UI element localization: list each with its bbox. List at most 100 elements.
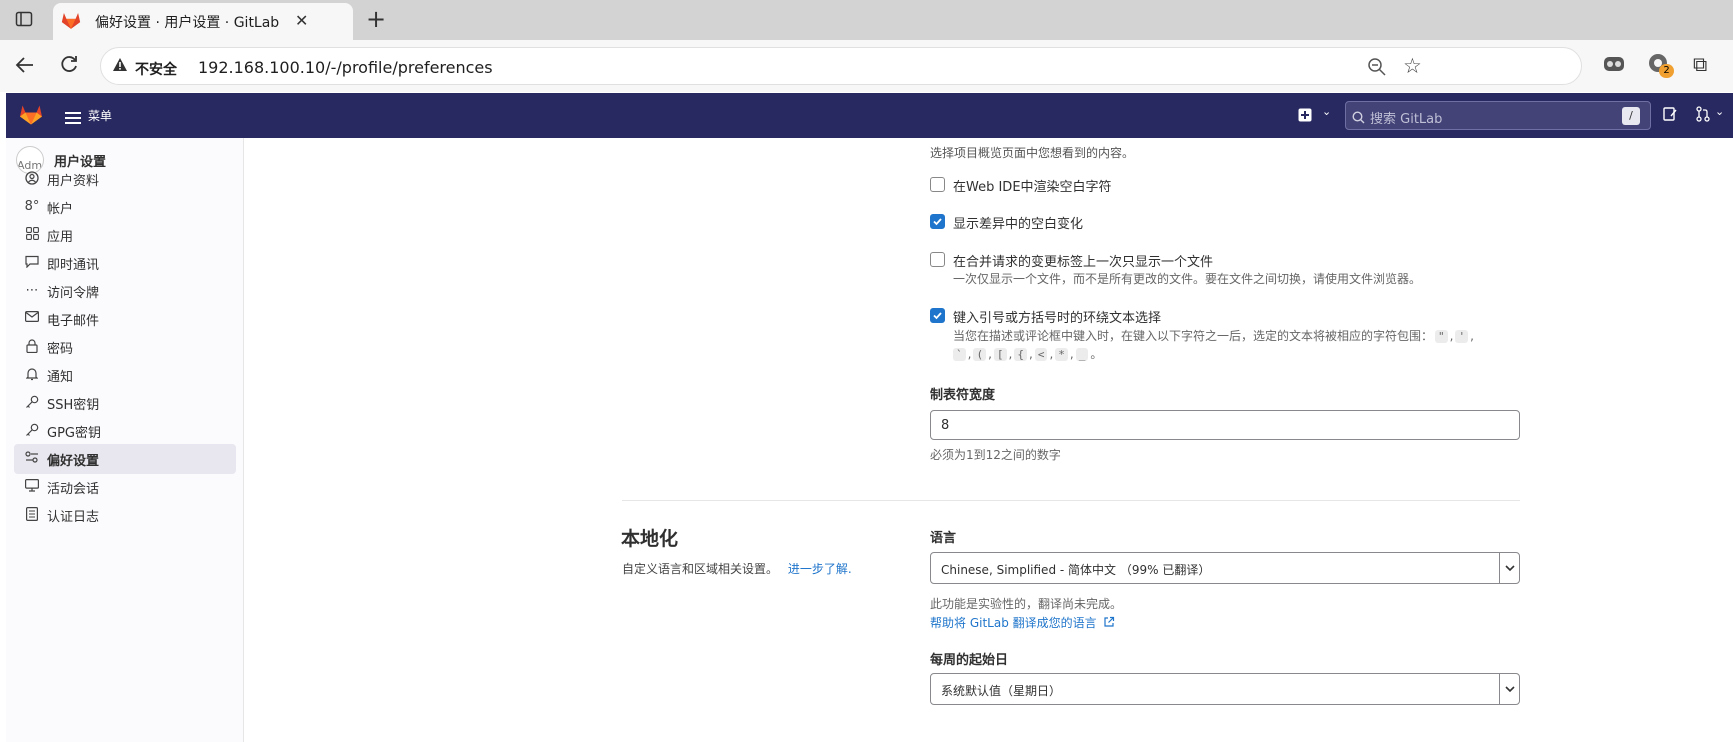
merge-requests-icon[interactable]	[1695, 106, 1711, 126]
new-tab-icon[interactable]: +	[366, 5, 386, 33]
new-item-icon[interactable]	[1298, 107, 1312, 126]
show-whitespace-diff-checkbox[interactable]	[930, 214, 945, 229]
sidebar-item-label: 通知	[47, 370, 74, 385]
search-input[interactable]: 搜索 GitLab /	[1345, 101, 1651, 130]
language-experimental-note: 此功能是实验性的，翻译尚未完成。	[930, 597, 1123, 611]
chevron-down-icon[interactable]: ⌄	[1322, 105, 1331, 118]
sidebar-item-gpg-keys[interactable]: GPG密钥	[14, 416, 236, 446]
monitor-icon	[24, 479, 40, 495]
sidebar-item-preferences[interactable]: 偏好设置	[14, 444, 236, 474]
gitlab-favicon-icon	[61, 11, 81, 34]
sidebar-item-applications[interactable]: 应用	[14, 220, 236, 250]
zoom-out-icon[interactable]	[1367, 57, 1387, 81]
extensions-puzzle-icon[interactable]: ⧉	[1693, 52, 1707, 76]
security-label[interactable]: 不安全	[135, 59, 177, 79]
first-day-select[interactable]: 系统默认值（星期日）	[930, 673, 1520, 705]
warning-icon[interactable]	[112, 57, 128, 77]
close-tab-icon[interactable]: ✕	[295, 11, 308, 30]
sidebar-item-active-sessions[interactable]: 活动会话	[14, 472, 236, 502]
sidebar-item-label: 应用	[47, 230, 74, 245]
url-text[interactable]: 192.168.100.10/-/profile/preferences	[198, 58, 493, 77]
search-placeholder: 搜索 GitLab	[1370, 112, 1443, 127]
surround-char: `	[953, 348, 966, 361]
one-file-at-a-time-help: 一次仅显示一个文件，而不是所有更改的文件。要在文件之间切换，请使用文件浏览器。	[953, 272, 1422, 286]
token-icon: ⋯	[25, 283, 39, 298]
issues-icon[interactable]	[1662, 106, 1678, 126]
sidebar-item-label: 即时通讯	[47, 258, 100, 273]
browser-toolbar: 不安全 192.168.100.10/-/profile/preferences…	[0, 40, 1733, 92]
log-icon	[24, 507, 40, 523]
sidebar-item-emails[interactable]: 电子邮件	[14, 304, 236, 334]
surround-selection-label[interactable]: 键入引号或方括号时的环绕文本选择	[953, 307, 1161, 326]
sidebar-item-account[interactable]: 8° 帐户	[14, 192, 236, 222]
language-select[interactable]: Chinese, Simplified - 简体中文 （99% 已翻译）	[930, 552, 1520, 584]
chevron-down-icon	[1499, 553, 1519, 583]
sidebar-item-label: GPG密钥	[47, 426, 101, 441]
sidebar-item-label: 帐户	[47, 202, 74, 217]
localization-description-text: 自定义语言和区域相关设置。	[622, 562, 779, 576]
sidebar-item-chat[interactable]: 即时通讯	[14, 248, 236, 278]
sidebar-item-label: SSH密钥	[47, 398, 100, 413]
chevron-down-icon	[1499, 674, 1519, 704]
search-shortcut-key: /	[1622, 107, 1640, 125]
account-icon: 8°	[24, 199, 40, 214]
address-bar[interactable]: 不安全 192.168.100.10/-/profile/preferences…	[100, 47, 1582, 85]
sidebar-item-label: 偏好设置	[47, 454, 100, 469]
sidebar-item-password[interactable]: 密码	[14, 332, 236, 362]
language-label: 语言	[930, 531, 957, 546]
render-whitespace-label[interactable]: 在Web IDE中渲染空白字符	[953, 176, 1112, 195]
sidebar-item-label: 用户资料	[47, 174, 100, 189]
help-translate-link[interactable]: 帮助将 GitLab 翻译成您的语言	[930, 614, 1115, 631]
localization-description: 自定义语言和区域相关设置。 进一步了解.	[622, 560, 852, 577]
mail-icon	[24, 311, 40, 327]
one-file-at-a-time-label[interactable]: 在合并请求的变更标签上一次只显示一个文件	[953, 251, 1213, 270]
external-link-icon	[1104, 616, 1115, 627]
menu-label[interactable]: 菜单	[88, 107, 112, 124]
browser-tab[interactable]: 偏好设置 · 用户设置 · GitLab ✕	[53, 3, 353, 40]
surround-selection-help: 当您在描述或评论框中键入时，在键入以下字符之一后，选定的文本将被相应的字符包围：…	[953, 329, 1474, 343]
favorite-star-icon[interactable]: ☆	[1403, 54, 1422, 78]
sidebar-item-ssh-keys[interactable]: SSH密钥	[14, 388, 236, 418]
render-whitespace-checkbox[interactable]	[930, 177, 945, 192]
surround-char: '	[1455, 330, 1469, 343]
sidebar-item-access-tokens[interactable]: ⋯ 访问令牌	[14, 276, 236, 306]
show-whitespace-diff-label[interactable]: 显示差异中的空白变化	[953, 213, 1083, 232]
tab-title: 偏好设置 · 用户设置 · GitLab	[95, 15, 280, 31]
extension-badge: 2	[1659, 64, 1674, 78]
help-translate-link-text[interactable]: 帮助将 GitLab 翻译成您的语言	[930, 616, 1097, 630]
user-icon	[24, 171, 40, 187]
section-divider	[622, 500, 1520, 501]
language-selected-value: Chinese, Simplified - 简体中文 （99% 已翻译）	[941, 563, 1211, 577]
tab-width-help: 必须为1到12之间的数字	[930, 448, 1061, 462]
lock-icon	[24, 339, 40, 355]
chevron-down-icon[interactable]: ⌄	[1715, 105, 1724, 118]
sidebar-item-profile[interactable]: 用户资料	[14, 164, 236, 194]
tab-width-value: 8	[941, 418, 950, 433]
surround-char: <	[1034, 348, 1048, 361]
checkmark-icon	[933, 218, 942, 226]
applications-icon	[24, 227, 40, 243]
hamburger-menu-icon[interactable]	[65, 109, 81, 128]
sidebar-item-auth-log[interactable]: 认证日志	[14, 500, 236, 530]
tab-width-input[interactable]: 8	[930, 410, 1520, 440]
surround-char: _	[1075, 348, 1089, 361]
sidebar-item-label: 认证日志	[47, 510, 100, 525]
back-icon[interactable]	[14, 54, 36, 80]
reload-icon[interactable]	[58, 53, 80, 79]
checkmark-icon	[933, 312, 942, 320]
first-day-selected-value: 系统默认值（星期日）	[941, 684, 1062, 698]
chat-icon	[24, 255, 40, 271]
sidebar-item-label: 访问令牌	[47, 286, 100, 301]
sidebar-item-label: 密码	[47, 342, 74, 357]
search-icon	[1352, 109, 1365, 128]
one-file-at-a-time-checkbox[interactable]	[930, 252, 945, 267]
extension-puzzle-game-icon[interactable]	[1603, 53, 1625, 79]
surround-selection-chars: `,(,[,{, <, *, _。	[951, 345, 1102, 362]
gitlab-logo-icon[interactable]	[19, 103, 43, 130]
learn-more-link[interactable]: 进一步了解.	[788, 562, 852, 576]
sidebar-item-notifications[interactable]: 通知	[14, 360, 236, 390]
tab-actions-icon[interactable]	[15, 10, 33, 32]
browser-tab-strip: 偏好设置 · 用户设置 · GitLab ✕ +	[0, 0, 1733, 40]
surround-char: {	[1014, 348, 1027, 361]
surround-selection-checkbox[interactable]	[930, 308, 945, 323]
